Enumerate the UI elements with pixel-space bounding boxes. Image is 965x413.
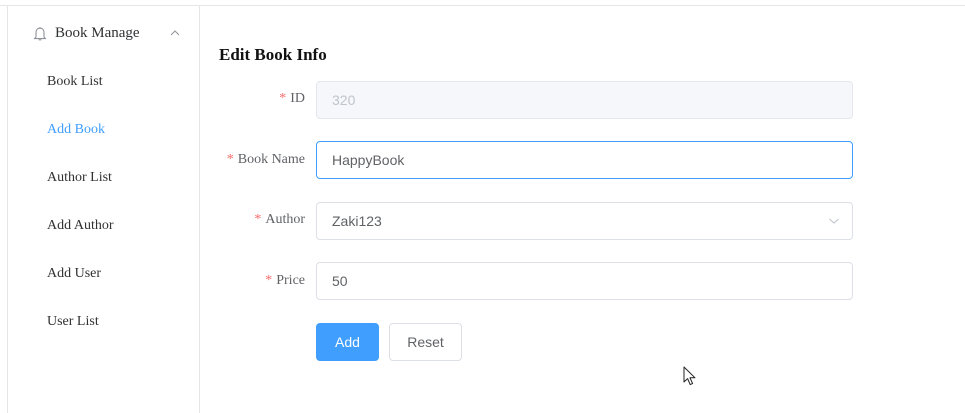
sidebar-item-book-list[interactable]: Book List — [8, 64, 200, 104]
sidebar-menu: Book Manage Book List Add Book Author Li… — [7, 6, 200, 413]
price-label: * Price — [195, 273, 305, 289]
sidebar-item-label: Add User — [47, 266, 102, 281]
mouse-pointer-icon — [683, 366, 696, 386]
sidebar-item-user-list[interactable]: User List — [8, 304, 200, 344]
bell-icon — [33, 27, 47, 41]
sidebar-item-label: User List — [47, 314, 99, 329]
book-name-label: * Book Name — [195, 152, 305, 168]
sidebar-item-label: Author List — [47, 170, 112, 185]
author-select[interactable]: Zaki123 — [316, 202, 853, 240]
sidebar-item-label: Add Book — [47, 122, 105, 137]
book-name-field[interactable] — [316, 141, 853, 179]
id-field[interactable] — [316, 81, 853, 119]
price-field[interactable] — [316, 262, 853, 300]
chevron-up-icon — [170, 30, 180, 36]
sidebar-item-author-list[interactable]: Author List — [8, 160, 200, 200]
sidebar-item-add-book[interactable]: Add Book — [8, 112, 200, 152]
sidebar-item-label: Book List — [47, 74, 103, 89]
required-mark: * — [279, 91, 287, 106]
sidebar-item-add-author[interactable]: Add Author — [8, 208, 200, 248]
submenu-book-manage[interactable]: Book Manage — [8, 14, 200, 54]
add-button[interactable]: Add — [316, 323, 379, 361]
reset-button[interactable]: Reset — [389, 323, 462, 361]
required-mark: * — [265, 273, 273, 288]
sidebar-item-add-user[interactable]: Add User — [8, 256, 200, 296]
sidebar-item-label: Add Author — [47, 218, 114, 233]
required-mark: * — [226, 152, 234, 167]
author-label-text: Author — [265, 212, 305, 227]
id-label: * ID — [195, 91, 305, 107]
required-mark: * — [254, 212, 262, 227]
id-label-text: ID — [290, 91, 305, 106]
price-label-text: Price — [276, 273, 305, 288]
author-label: * Author — [195, 212, 305, 228]
submenu-title-label: Book Manage — [55, 25, 140, 41]
chevron-down-icon — [829, 218, 839, 224]
author-select-value: Zaki123 — [332, 213, 382, 229]
page-title: Edit Book Info — [219, 45, 327, 64]
book-name-label-text: Book Name — [237, 152, 305, 167]
